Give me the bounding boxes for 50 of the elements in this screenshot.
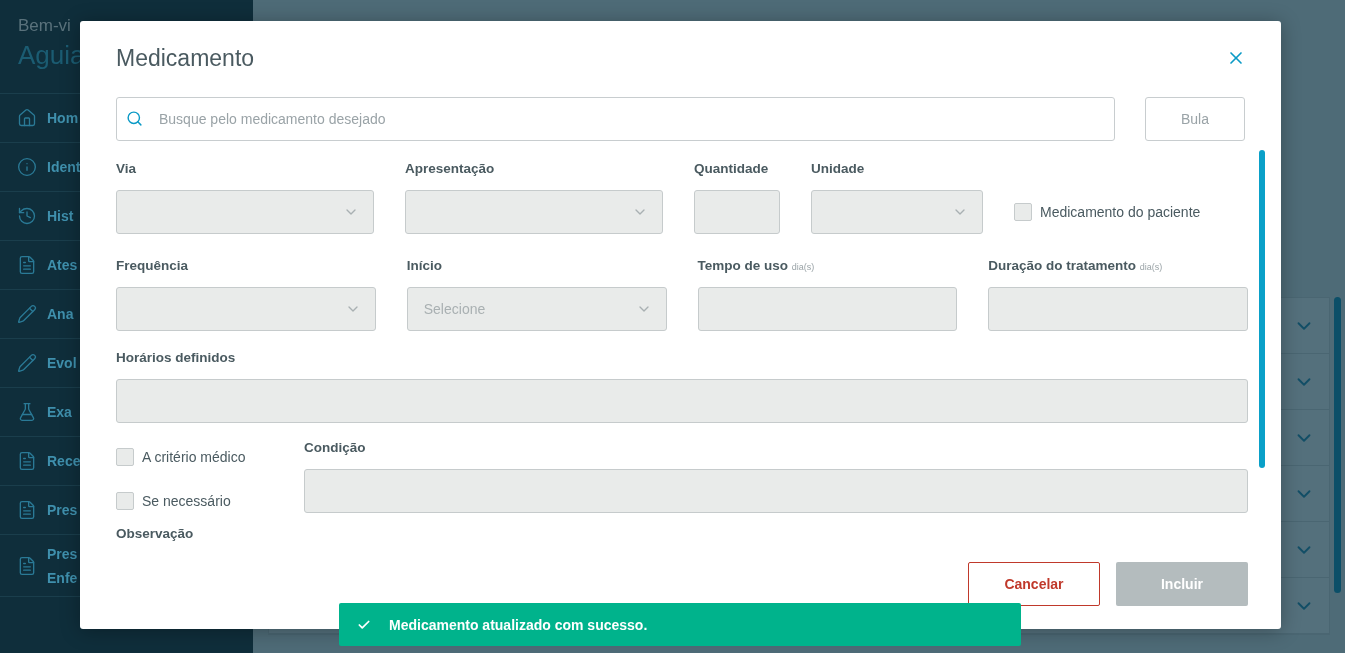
select-field[interactable] <box>116 287 376 331</box>
checkbox-label: Medicamento do paciente <box>1040 204 1201 220</box>
scrollbar[interactable] <box>1259 150 1265 468</box>
search-field[interactable]: Busque pelo medicamento desejado <box>116 97 1115 141</box>
field-label: Início <box>406 258 443 275</box>
select-field[interactable]: Selecione <box>406 287 667 331</box>
field-label: Unidade <box>811 161 866 178</box>
field-label: Horários definidos <box>116 350 237 367</box>
search-icon <box>126 110 143 127</box>
cancel-button[interactable]: Cancelar <box>968 562 1100 606</box>
checkbox-label: A critério médico <box>142 449 246 465</box>
field-label: Via <box>116 161 138 178</box>
submit-button[interactable]: Incluir <box>1116 562 1248 606</box>
field-label: Condição <box>304 440 367 457</box>
input-field[interactable] <box>697 287 958 331</box>
input-field[interactable] <box>694 190 780 234</box>
select-field[interactable] <box>811 190 983 234</box>
input-field[interactable] <box>304 469 1248 513</box>
field-label: Tempo de uso dia(s) <box>697 258 816 275</box>
flask-icon <box>17 402 37 422</box>
select-placeholder: Selecione <box>423 301 486 317</box>
select-field[interactable] <box>116 190 374 234</box>
field-label: Duração do tratamento dia(s) <box>988 258 1164 275</box>
field-label: Apresentação <box>405 161 496 178</box>
scrollbar[interactable] <box>1334 297 1341 593</box>
unit-hint: dia(s) <box>791 262 815 272</box>
document-icon <box>17 451 37 471</box>
field-label: Observação <box>116 526 194 541</box>
pencil-icon <box>17 353 37 373</box>
checkbox-label: Se necessário <box>142 493 231 509</box>
leaflet-button[interactable]: Bula <box>1145 97 1245 141</box>
field-label: Frequência <box>116 258 190 275</box>
select-field[interactable] <box>405 190 663 234</box>
document-icon <box>17 500 37 520</box>
toast-message: Medicamento atualizado com sucesso. <box>389 616 648 633</box>
document-icon <box>17 555 37 576</box>
document-icon <box>17 255 37 275</box>
checkbox[interactable] <box>116 492 134 510</box>
checkbox[interactable] <box>116 448 134 466</box>
info-icon <box>17 157 37 177</box>
unit-hint: dia(s) <box>1139 262 1163 272</box>
greeting-text: Bem-vi <box>18 16 71 36</box>
field-label: Quantidade <box>694 161 770 178</box>
input-field[interactable] <box>988 287 1248 331</box>
checkbox[interactable] <box>1014 203 1032 221</box>
input-field[interactable] <box>116 379 1248 423</box>
history-icon <box>17 206 37 226</box>
pencil-icon <box>17 304 37 324</box>
house-icon <box>17 108 37 128</box>
dialog-title: Medicamento <box>116 44 255 72</box>
